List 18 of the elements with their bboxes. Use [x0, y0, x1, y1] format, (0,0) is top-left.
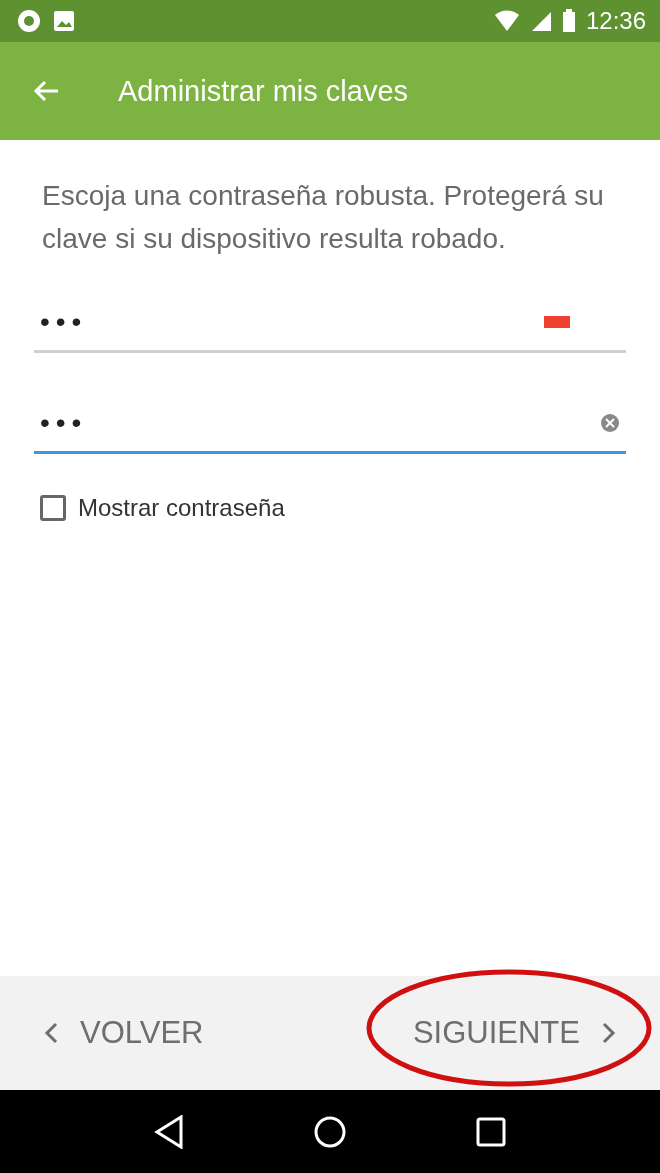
battery-icon	[561, 9, 576, 33]
chevron-left-icon	[44, 1022, 58, 1044]
strength-indicator	[544, 316, 570, 328]
back-button[interactable]: VOLVER	[40, 1007, 208, 1059]
password-field[interactable]: •••	[34, 395, 626, 454]
status-time: 12:36	[585, 7, 646, 35]
back-triangle-icon[interactable]	[154, 1114, 185, 1149]
image-icon	[52, 9, 76, 33]
recents-square-icon[interactable]	[475, 1116, 506, 1147]
chevron-right-icon	[602, 1022, 616, 1044]
clear-icon[interactable]	[600, 413, 620, 433]
home-circle-icon[interactable]	[313, 1114, 347, 1149]
instruction-text: Escoja una contraseña robusta. Protegerá su clave si su dispositivo resulta robado.	[42, 179, 605, 256]
checkbox-label: Mostrar contraseña	[78, 494, 285, 522]
password-field[interactable]: •••	[34, 294, 626, 353]
toolbar-title: Administrar mis claves	[118, 74, 409, 108]
show-password-checkbox[interactable]	[40, 495, 66, 521]
wifi-icon	[493, 10, 520, 32]
